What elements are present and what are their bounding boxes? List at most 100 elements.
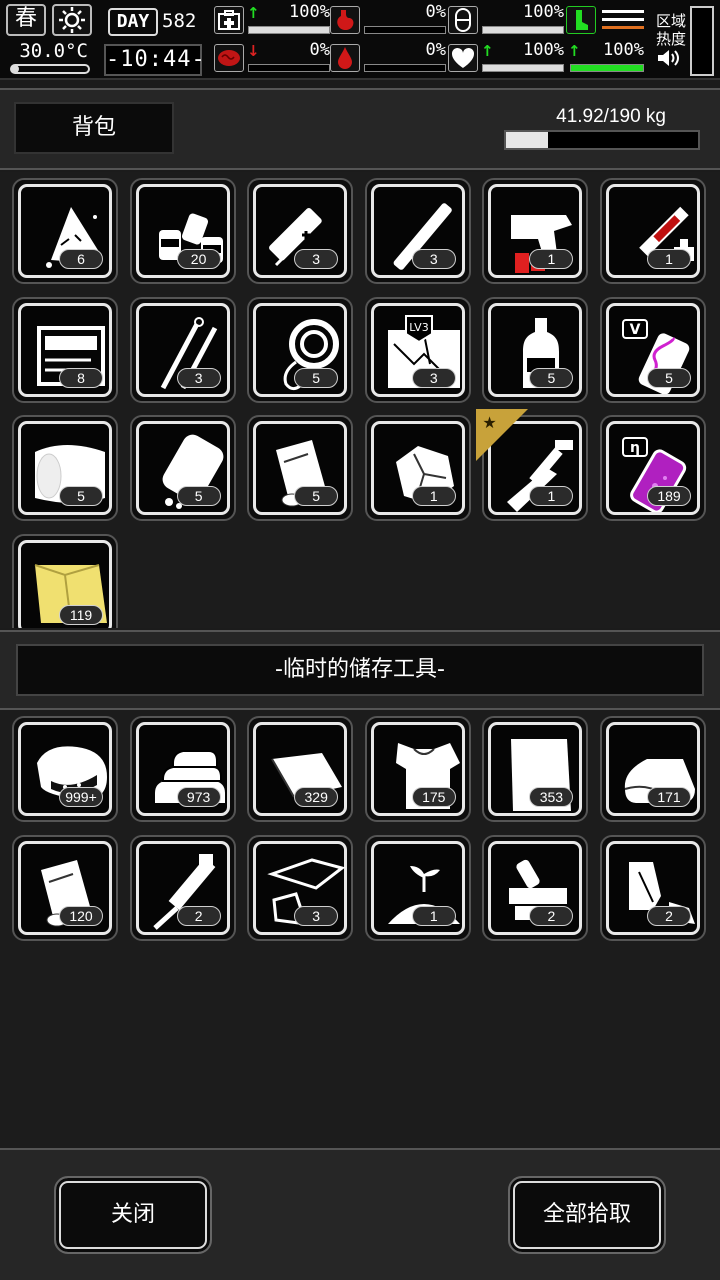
inventory-slot[interactable]: 119 [12, 533, 118, 628]
slot-frame: 6 [18, 184, 112, 278]
stomach-icon [330, 6, 360, 34]
status-line [602, 18, 644, 21]
first-aid-icon [214, 6, 244, 34]
inventory-slot[interactable]: 6 [12, 178, 118, 284]
inventory-slot[interactable]: 3 [364, 178, 471, 284]
inventory-slot[interactable]: 120 [12, 834, 118, 941]
slot-frame: 1 [370, 840, 465, 935]
inventory-slot[interactable]: 353 [482, 716, 589, 822]
item-count: 5 [529, 367, 574, 388]
zone-heat: 区域 热度 [650, 4, 716, 76]
clock: -10:44- [104, 44, 205, 76]
inventory-slot[interactable]: LV3 3 [364, 296, 471, 403]
item-count: 1 [411, 905, 456, 926]
backpack-grid: 6 20 3 3 1 1 8 3 5 LV3 3 5 V 5 5 5 5 1 1 ★ η 189 119 [0, 172, 720, 628]
slot-frame: 973 [135, 722, 230, 816]
inventory-slot[interactable]: 171 [600, 716, 706, 822]
item-count: 8 [59, 367, 103, 388]
svg-text:LV3: LV3 [409, 321, 428, 334]
inventory-slot[interactable]: 999+ [12, 716, 118, 822]
stat-fill [249, 27, 329, 33]
item-count: 20 [176, 249, 221, 269]
item-count: 3 [411, 249, 456, 269]
stat-thirst: 0% [330, 40, 448, 74]
slot-frame: 8 [18, 302, 112, 397]
svg-text:V: V [630, 322, 641, 338]
take-all-button[interactable]: 全部拾取 [508, 1176, 666, 1254]
slot-frame: 20 [135, 184, 230, 278]
slot-frame: η 189 [606, 421, 700, 516]
inventory-slot[interactable]: 3 [129, 296, 236, 403]
stat-fill [483, 65, 563, 71]
day-number: 582 [162, 10, 197, 32]
weight-fill [506, 132, 549, 148]
inventory-slot[interactable]: 8 [12, 296, 118, 403]
close-button[interactable]: 关闭 [54, 1176, 212, 1254]
inventory-slot[interactable]: 1 ★ [476, 409, 589, 522]
inventory-slot[interactable]: 973 [129, 716, 236, 822]
svg-text:η: η [630, 440, 640, 456]
thermometer-icon [10, 64, 90, 74]
day-label: DAY [108, 8, 158, 36]
item-count: 1 [411, 486, 456, 507]
inventory-slot[interactable]: 5 [482, 296, 589, 403]
status-hud: 春 30.0°C DAY 582 -10:44- ↑ 100% 0% 100% … [0, 0, 720, 80]
inventory-slot[interactable]: 1 [364, 415, 471, 522]
slot-frame: LV3 3 [370, 302, 465, 397]
slot-frame: 3 [135, 302, 230, 397]
inventory-slot[interactable]: 1 [364, 834, 471, 941]
slot-frame: 5 [253, 302, 348, 397]
stat-arrow: ↓ [247, 42, 260, 60]
slot-frame: 3 [370, 184, 465, 278]
item-count: 5 [176, 486, 221, 507]
inventory-slot[interactable]: 2 [600, 834, 706, 941]
star-rank-icon: ★ [476, 409, 529, 462]
inventory-slot[interactable]: 5 [247, 415, 354, 522]
inventory-slot[interactable]: 175 [364, 716, 471, 822]
item-count: 119 [59, 604, 103, 625]
stat-value: 0% [309, 40, 330, 60]
inventory-slot[interactable]: 329 [247, 716, 354, 822]
stat-arrow: ↑ [481, 42, 494, 60]
item-count: 353 [529, 787, 574, 807]
inventory-slot[interactable]: 1 [600, 178, 706, 284]
status-line [602, 10, 644, 13]
inventory-slot[interactable]: η 189 [600, 415, 706, 522]
inventory-slot[interactable]: 5 [129, 415, 236, 522]
inventory-slot[interactable]: 5 [247, 296, 354, 403]
stat-arrow: ↑ [568, 42, 581, 60]
inventory-slot[interactable]: 1 [482, 178, 589, 284]
item-count: 5 [294, 367, 339, 388]
inventory-slot[interactable]: 5 [12, 415, 118, 522]
weight-text: 41.92/190 kg [556, 106, 666, 127]
storage-header: -临时的储存工具- [0, 630, 720, 710]
inventory-slot[interactable]: 3 [247, 178, 354, 284]
backpack-title: 背包 [14, 102, 174, 154]
inventory-slot[interactable]: V5 [600, 296, 706, 403]
weight-bar [504, 130, 700, 150]
stat-heart: ↑ 100% [448, 40, 566, 74]
zone-heat-meter [690, 6, 714, 76]
speaker-icon[interactable] [656, 48, 682, 68]
inventory-slot[interactable]: 3 [247, 834, 354, 941]
slot-frame: 353 [488, 722, 583, 816]
stat-mood: ↓ 0% [214, 40, 332, 74]
leg-icon [566, 6, 596, 34]
inventory-slot[interactable]: 20 [129, 178, 236, 284]
item-count: 999+ [59, 787, 103, 807]
slot-frame: 5 [18, 421, 112, 516]
backpack-header: 背包 41.92/190 kg [0, 88, 720, 170]
item-count: 1 [647, 249, 691, 269]
stat-hunger: 0% [330, 2, 448, 36]
inventory-slot[interactable]: 2 [482, 834, 589, 941]
inventory-slot[interactable]: 2 [129, 834, 236, 941]
slot-frame: 3 [253, 840, 348, 935]
slot-frame: 1 [370, 421, 465, 516]
zone-heat-label: 区域 热度 [656, 12, 687, 48]
slot-frame: 5 [135, 421, 230, 516]
stat-fill [571, 65, 643, 71]
day-counter: DAY 582 -10:44- [104, 4, 205, 76]
slot-frame: 5 [488, 302, 583, 397]
season-indicator: 春 [6, 4, 46, 36]
slot-frame: 119 [18, 539, 112, 628]
